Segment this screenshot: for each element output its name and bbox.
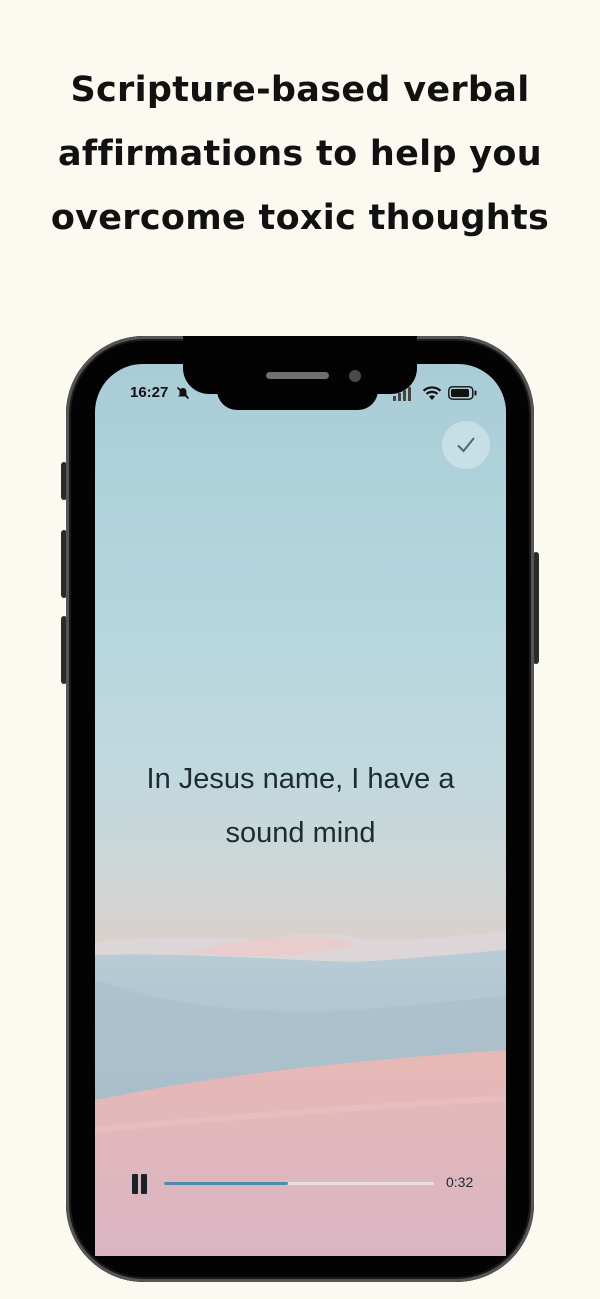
- affirmation-line-1: In Jesus name, I have a: [146, 763, 455, 795]
- signal-icon: [393, 387, 411, 401]
- front-camera: [349, 370, 361, 382]
- progress-fill: [164, 1182, 289, 1185]
- wifi-icon: [422, 386, 442, 400]
- pause-icon: [141, 1174, 147, 1194]
- headline-line-2: affirmations to help you: [58, 134, 542, 174]
- status-icons: [393, 384, 483, 404]
- headline-line-3: overcome toxic thoughts: [50, 198, 550, 238]
- bell-muted-icon: [176, 386, 190, 400]
- affirmation-text: In Jesus name, I have a sound mind: [115, 752, 486, 860]
- battery-icon: [448, 386, 477, 400]
- earpiece-speaker: [266, 372, 329, 379]
- affirmation-line-2: sound mind: [225, 817, 376, 849]
- audio-player: 0:32: [128, 1168, 488, 1198]
- pause-button[interactable]: [132, 1174, 148, 1194]
- checkmark-icon: [457, 437, 475, 453]
- elapsed-time: 0:32: [446, 1174, 474, 1190]
- pause-icon: [132, 1174, 138, 1194]
- dynamic-island: [217, 385, 378, 410]
- headline: Scripture-based verbal affirmations to h…: [0, 58, 600, 250]
- status-time: 16:27: [130, 384, 169, 401]
- headline-line-1: Scripture-based verbal: [70, 70, 530, 110]
- progress-track[interactable]: [164, 1182, 434, 1185]
- complete-button[interactable]: [442, 421, 490, 469]
- desert-dunes-background: [95, 932, 506, 1256]
